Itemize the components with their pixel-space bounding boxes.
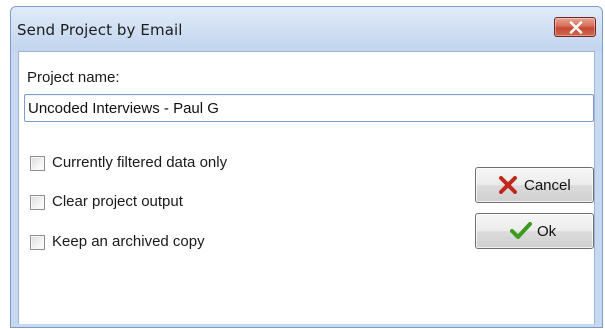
clear-output-checkbox[interactable]	[30, 195, 45, 210]
option-keep-archived[interactable]: Keep an archived copy	[30, 232, 260, 254]
keep-archived-label[interactable]: Keep an archived copy	[52, 233, 205, 250]
option-currently-filtered[interactable]: Currently filtered data only	[30, 153, 290, 175]
cancel-button[interactable]: Cancel	[475, 167, 594, 203]
currently-filtered-label[interactable]: Currently filtered data only	[52, 154, 227, 171]
close-icon	[569, 21, 583, 34]
project-name-input[interactable]	[24, 94, 594, 122]
checkmark-icon	[510, 222, 532, 239]
dialog-title-bar[interactable]: Send Project by Email	[11, 7, 602, 51]
project-name-label: Project name:	[27, 69, 120, 86]
ok-button-label: Ok	[537, 223, 557, 240]
dialog-title: Send Project by Email	[17, 21, 183, 39]
send-project-dialog: Send Project by Email Project name: Curr…	[10, 6, 603, 328]
cancel-x-icon	[499, 176, 517, 194]
clear-output-label[interactable]: Clear project output	[52, 193, 183, 210]
option-clear-output[interactable]: Clear project output	[30, 192, 250, 214]
cancel-button-label: Cancel	[524, 177, 571, 194]
keep-archived-checkbox[interactable]	[30, 235, 45, 250]
page: Send Project by Email Project name: Curr…	[0, 0, 605, 329]
close-button[interactable]	[554, 17, 596, 37]
currently-filtered-checkbox[interactable]	[30, 156, 45, 171]
ok-button[interactable]: Ok	[475, 213, 594, 249]
dialog-body: Project name: Currently filtered data on…	[18, 51, 595, 324]
